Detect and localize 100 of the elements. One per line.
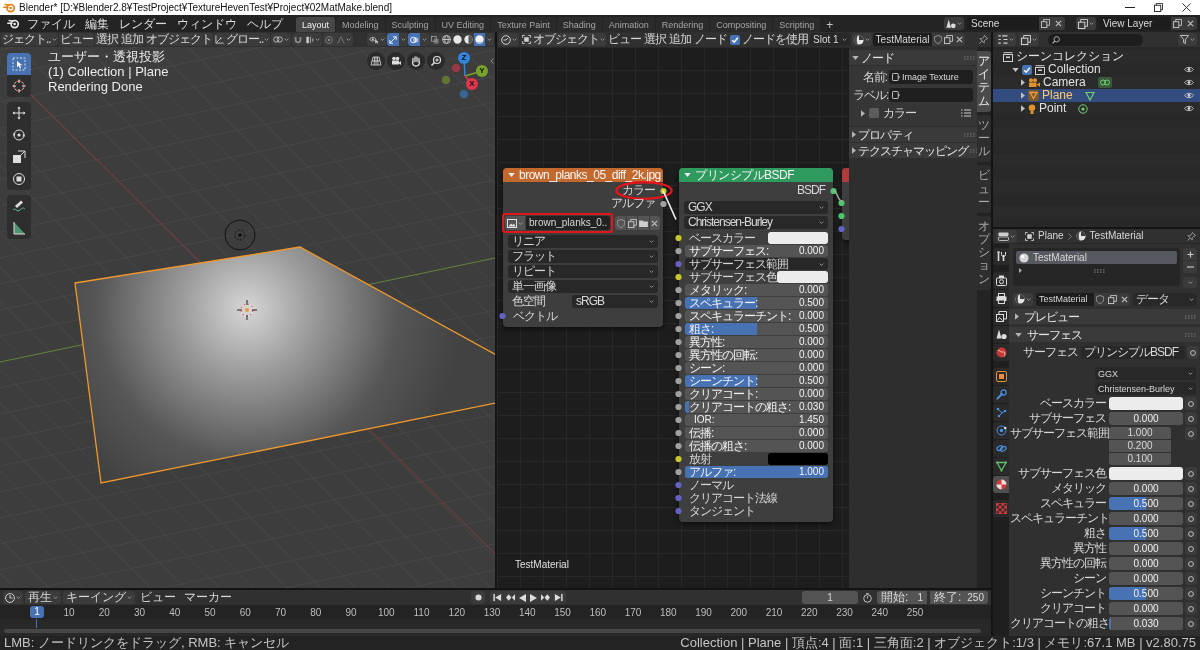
remove-slot-button[interactable] xyxy=(1183,261,1197,273)
panel-header[interactable]: プレビュー xyxy=(1009,309,1200,324)
tool-button[interactable] xyxy=(7,75,31,97)
eye-icon[interactable] xyxy=(1184,105,1194,112)
number-field[interactable]: IOR: 1.450 xyxy=(685,414,828,426)
slider-field[interactable]: 0.500 xyxy=(1109,527,1183,540)
fake-user-button[interactable] xyxy=(932,33,944,46)
properties-tab[interactable] xyxy=(993,344,1009,361)
workspace-tab[interactable]: Rendering xyxy=(655,17,710,32)
menu-item[interactable]: 追加 xyxy=(668,33,692,46)
editor-type-button[interactable] xyxy=(499,33,519,46)
number-field[interactable]: 1.000 xyxy=(1109,427,1171,439)
dropdown[interactable]: Christensen-Burley xyxy=(684,216,828,229)
checkbox[interactable] xyxy=(1022,64,1032,75)
current-frame-field[interactable]: 1 xyxy=(802,591,858,604)
dropdown[interactable]: GGX xyxy=(684,201,828,214)
dropdown[interactable]: Christensen-Burley xyxy=(1095,382,1196,395)
fake-user-button[interactable] xyxy=(615,216,626,230)
menu-item[interactable]: 選択 xyxy=(94,33,119,46)
panel-header[interactable]: ノード xyxy=(849,50,977,65)
checkbox[interactable] xyxy=(869,108,879,118)
link-socket-button[interactable] xyxy=(1185,587,1197,600)
triangle-down-icon[interactable] xyxy=(1012,67,1019,72)
link-socket-button[interactable] xyxy=(1185,412,1197,425)
fake-user-button[interactable] xyxy=(1094,292,1106,306)
slot-dropdown[interactable]: Slot 1 xyxy=(810,33,850,46)
orientation-dropdown[interactable]: グロー.. xyxy=(213,33,271,46)
slider-field[interactable]: 伝播: 0.000 xyxy=(685,427,828,439)
mode-dropdown[interactable]: ジェクト.. xyxy=(1,33,58,46)
jump-to-end-icon[interactable] xyxy=(554,593,563,602)
list-icon[interactable] xyxy=(961,109,971,117)
panel-header[interactable]: プロパティ xyxy=(849,127,977,142)
menu-item[interactable]: ファイル xyxy=(22,16,80,31)
properties-tab[interactable] xyxy=(993,326,1009,343)
triangle-right-icon[interactable] xyxy=(852,131,856,138)
dropdown[interactable]: リニア xyxy=(508,235,658,248)
proportional-toggle[interactable] xyxy=(323,33,336,46)
triangle-right-icon[interactable] xyxy=(852,147,856,154)
slider-field[interactable]: 0.500 xyxy=(1109,497,1183,510)
zoom-icon[interactable] xyxy=(427,52,445,70)
number-field[interactable]: 0.200 xyxy=(1109,440,1171,452)
camera-icon[interactable] xyxy=(387,52,405,70)
outliner-item[interactable]: Plane xyxy=(993,89,1200,102)
properties-tab[interactable] xyxy=(993,272,1009,289)
slider-field[interactable]: 0.030 xyxy=(1109,617,1183,630)
link-socket-button[interactable] xyxy=(1185,497,1197,510)
xray-toggle[interactable] xyxy=(429,33,441,46)
number-field[interactable]: 0.100 xyxy=(1109,453,1171,465)
sidebar-tab[interactable]: ビュー xyxy=(977,165,991,213)
record-button[interactable] xyxy=(471,591,485,604)
slider-field[interactable]: クリアコートの粗さ: 0.030 xyxy=(685,401,828,413)
tool-button[interactable] xyxy=(7,168,31,190)
outliner-item[interactable]: シーンコレクション xyxy=(993,50,1200,63)
properties-tab[interactable] xyxy=(993,308,1009,325)
sidebar-tab[interactable]: ツール xyxy=(977,114,991,163)
scene-name-field[interactable]: Scene xyxy=(967,17,1039,30)
triangle-down-icon[interactable] xyxy=(852,55,859,60)
menu-item[interactable]: キーイング xyxy=(63,591,135,604)
overlay-toggle[interactable] xyxy=(408,33,420,46)
sidebar-tab[interactable]: オプション xyxy=(977,215,991,290)
workspace-tab[interactable]: Modeling xyxy=(336,17,385,32)
slider-field[interactable]: 0.000 xyxy=(1109,542,1183,555)
add-slot-button[interactable] xyxy=(1183,248,1197,260)
new-material-button[interactable] xyxy=(943,33,955,46)
slider-field[interactable]: 伝播の粗さ: 0.000 xyxy=(685,440,828,452)
triangle-right-icon[interactable] xyxy=(861,109,865,117)
tool-button[interactable] xyxy=(7,217,31,239)
color-field[interactable] xyxy=(768,232,828,244)
slider-field[interactable]: メタリック: 0.000 xyxy=(685,284,828,296)
eye-icon[interactable] xyxy=(1184,92,1194,99)
slider-field[interactable]: シーン: 0.000 xyxy=(685,362,828,374)
outliner-item[interactable]: Camera xyxy=(993,76,1200,89)
subpanel-header[interactable]: カラー xyxy=(853,106,973,120)
material-browse-button[interactable] xyxy=(851,33,872,46)
dropdown[interactable]: 単一画像 xyxy=(508,280,658,293)
link-socket-button[interactable] xyxy=(1185,527,1197,540)
menu-item[interactable]: ウィンドウ xyxy=(172,16,242,31)
properties-tab[interactable] xyxy=(993,422,1009,439)
next-keyframe-icon[interactable] xyxy=(541,593,550,602)
outliner-item[interactable]: Point xyxy=(993,102,1200,115)
shading-mode-button[interactable] xyxy=(463,33,474,46)
slider-field[interactable]: 0.000 xyxy=(1109,557,1183,570)
play-reverse-icon[interactable] xyxy=(519,593,526,602)
falloff-dropdown[interactable] xyxy=(335,33,354,46)
link-dropdown[interactable]: データ xyxy=(1133,292,1197,306)
link-socket-button[interactable] xyxy=(1185,542,1197,555)
previous-keyframe-icon[interactable] xyxy=(506,593,515,602)
eye-icon[interactable] xyxy=(1184,66,1194,73)
selectability-dropdown[interactable] xyxy=(367,33,387,46)
menu-item[interactable]: オブジェクト xyxy=(144,33,213,46)
unlink-material-button[interactable] xyxy=(954,33,966,46)
scene-browse-button[interactable] xyxy=(944,17,964,30)
dropdown[interactable]: GGX xyxy=(1095,367,1196,380)
new-material-button[interactable] xyxy=(1106,292,1118,306)
snap-toggle[interactable] xyxy=(292,33,305,46)
sidebar-tab[interactable]: アイテム xyxy=(977,51,991,112)
triangle-right-icon[interactable] xyxy=(1021,105,1025,112)
add-workspace-button[interactable]: + xyxy=(821,17,839,32)
slider-field[interactable]: クリアコート: 0.000 xyxy=(685,388,828,400)
slider-field[interactable]: サブサーフェス: 0.000 xyxy=(685,245,828,257)
